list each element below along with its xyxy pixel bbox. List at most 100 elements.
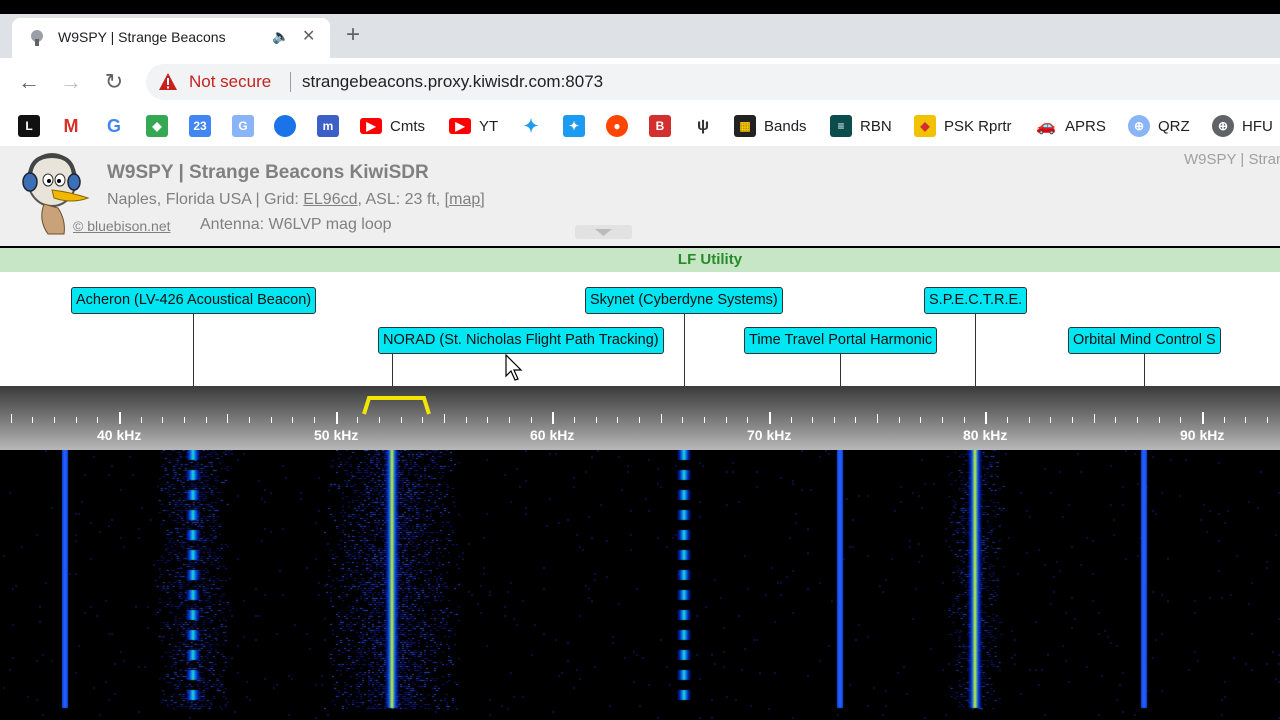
bookmark-psk[interactable]: ◆ PSK Rprtr — [914, 114, 1012, 138]
band-bar[interactable]: LF Utility — [0, 248, 1280, 272]
frequency-label: 40 kHz — [97, 427, 142, 443]
bands-icon: ▦ — [734, 115, 756, 137]
scale-tick — [552, 412, 554, 424]
scale-tick — [249, 417, 250, 423]
bookmark-m[interactable]: m — [317, 114, 339, 138]
grid-link[interactable]: EL96cd — [303, 191, 357, 208]
bookmark-antenna[interactable]: ψ — [692, 114, 714, 138]
bookmark-hfu[interactable]: ⊕ HFU — [1212, 114, 1273, 138]
station-label[interactable]: NORAD (St. Nicholas Flight Path Tracking… — [378, 327, 664, 354]
scale-tick — [466, 417, 467, 423]
station-label[interactable]: Skynet (Cyberdyne Systems) — [585, 287, 783, 314]
waterfall-display[interactable] — [0, 450, 1280, 720]
reload-icon[interactable]: ↻ — [100, 68, 128, 96]
scale-tick — [726, 417, 727, 423]
collapse-header-button[interactable] — [575, 225, 632, 239]
bookmark-qrz[interactable]: ⊕ QRZ — [1128, 114, 1190, 138]
warning-icon — [159, 73, 177, 90]
bookmark-cmts[interactable]: ▶ Cmts — [360, 114, 425, 138]
orb-icon — [274, 115, 296, 137]
tab-strip: W9SPY | Strange Beacons 🔈 ✕ + — [0, 14, 1280, 58]
youtube-icon: ▶ — [449, 118, 471, 134]
bookmark-label: APRS — [1065, 117, 1106, 135]
antenna-icon: ψ — [692, 115, 714, 137]
scale-tick — [1007, 417, 1008, 423]
bookmark-twitter[interactable]: ✦ — [520, 114, 542, 138]
bookmark-bands[interactable]: ▦ Bands — [734, 114, 807, 138]
b-icon: B — [649, 115, 671, 137]
station-label[interactable]: S.P.E.C.T.R.E. — [924, 287, 1028, 314]
scale-tick — [184, 417, 185, 423]
frequency-label: 70 kHz — [747, 427, 792, 443]
forward-icon[interactable]: → — [57, 68, 85, 96]
scale-tick — [791, 417, 792, 423]
antenna-text: Antenna: W6LVP mag loop — [200, 216, 392, 233]
station-label[interactable]: Orbital Mind Control S — [1068, 327, 1221, 354]
location-text: Naples, Florida USA | Grid: — [107, 191, 304, 208]
bookmark-reddit[interactable]: ● — [606, 114, 628, 138]
scale-tick — [596, 417, 597, 423]
omnibox-divider — [290, 72, 291, 92]
bookmark-b[interactable]: B — [649, 114, 671, 138]
map-link[interactable]: [map] — [445, 191, 485, 208]
bookmark-maps[interactable]: ◆ — [146, 114, 168, 138]
l13-icon: L — [18, 115, 40, 137]
youtube-icon: ▶ — [360, 118, 382, 134]
scale-tick — [812, 417, 813, 423]
scale-tick — [639, 417, 640, 423]
screen: W9SPY | Strange Beacons 🔈 ✕ + ← → ↻ Not … — [0, 0, 1280, 720]
bookmark-google[interactable]: G — [103, 114, 125, 138]
bookmark-rbn[interactable]: ≡ RBN — [830, 114, 892, 138]
station-marker-line — [392, 354, 393, 386]
scale-tick — [531, 417, 532, 423]
frequency-label: 90 kHz — [1180, 427, 1225, 443]
speaker-icon[interactable]: 🔈 — [272, 28, 289, 45]
scale-tick — [682, 417, 683, 423]
copyright-link[interactable]: © bluebison.net — [73, 218, 171, 234]
m-icon: m — [317, 115, 339, 137]
address-bar[interactable]: Not secure strangebeacons.proxy.kiwisdr.… — [146, 64, 1280, 100]
location-line: Naples, Florida USA | Grid: EL96cd, ASL:… — [107, 191, 485, 209]
close-tab-icon[interactable]: ✕ — [302, 26, 315, 46]
chevron-down-icon — [595, 229, 612, 236]
scale-tick — [617, 417, 618, 423]
scale-tick — [855, 417, 856, 423]
scale-tick — [141, 417, 142, 423]
frequency-scale[interactable]: 40 kHz 50 kHz 60 kHz 70 kHz 80 kHz 90 kHz — [0, 386, 1280, 450]
asl-text: , ASL: 23 ft, — [357, 191, 445, 208]
url-text[interactable]: strangebeacons.proxy.kiwisdr.com:8073 — [302, 72, 603, 92]
scale-tick — [1115, 417, 1116, 423]
scale-tick — [162, 417, 163, 423]
scale-tick — [769, 412, 771, 424]
back-icon[interactable]: ← — [15, 68, 43, 96]
scale-tick — [1137, 417, 1138, 423]
passband-marker[interactable] — [360, 390, 444, 420]
scale-tick — [336, 412, 338, 424]
bookmark-gmail[interactable]: M — [60, 114, 82, 138]
scale-tick — [76, 417, 77, 423]
waterfall-canvas[interactable] — [0, 450, 1280, 720]
station-marker-line — [1144, 354, 1145, 386]
new-tab-icon[interactable]: + — [346, 23, 360, 47]
bookmark-twitter-box[interactable]: ✦ — [563, 114, 585, 138]
reddit-icon: ● — [606, 115, 628, 137]
bookmark-l13[interactable]: L — [18, 114, 40, 138]
bookmark-aprs[interactable]: 🚗 APRS — [1035, 114, 1106, 138]
station-label[interactable]: Time Travel Portal Harmonic — [744, 327, 938, 354]
station-label[interactable]: Acheron (LV-426 Acoustical Beacon) — [71, 287, 317, 314]
scale-tick — [271, 417, 272, 423]
bookmark-yt[interactable]: ▶ YT — [449, 114, 498, 138]
scale-tick — [899, 417, 900, 423]
browser-tab[interactable]: W9SPY | Strange Beacons 🔈 ✕ — [12, 18, 330, 58]
bookmark-orb[interactable] — [274, 114, 296, 138]
not-secure-label[interactable]: Not secure — [189, 72, 271, 92]
scale-tick — [1094, 414, 1095, 423]
bookmark-label: RBN — [860, 117, 892, 135]
scale-tick — [11, 414, 12, 423]
bookmark-translate[interactable]: G — [232, 114, 254, 138]
bookmark-label: QRZ — [1158, 117, 1190, 135]
scale-tick — [1029, 417, 1030, 423]
calendar-icon: 23 — [189, 115, 211, 137]
maps-icon: ◆ — [146, 115, 168, 137]
bookmark-calendar[interactable]: 23 — [189, 114, 211, 138]
